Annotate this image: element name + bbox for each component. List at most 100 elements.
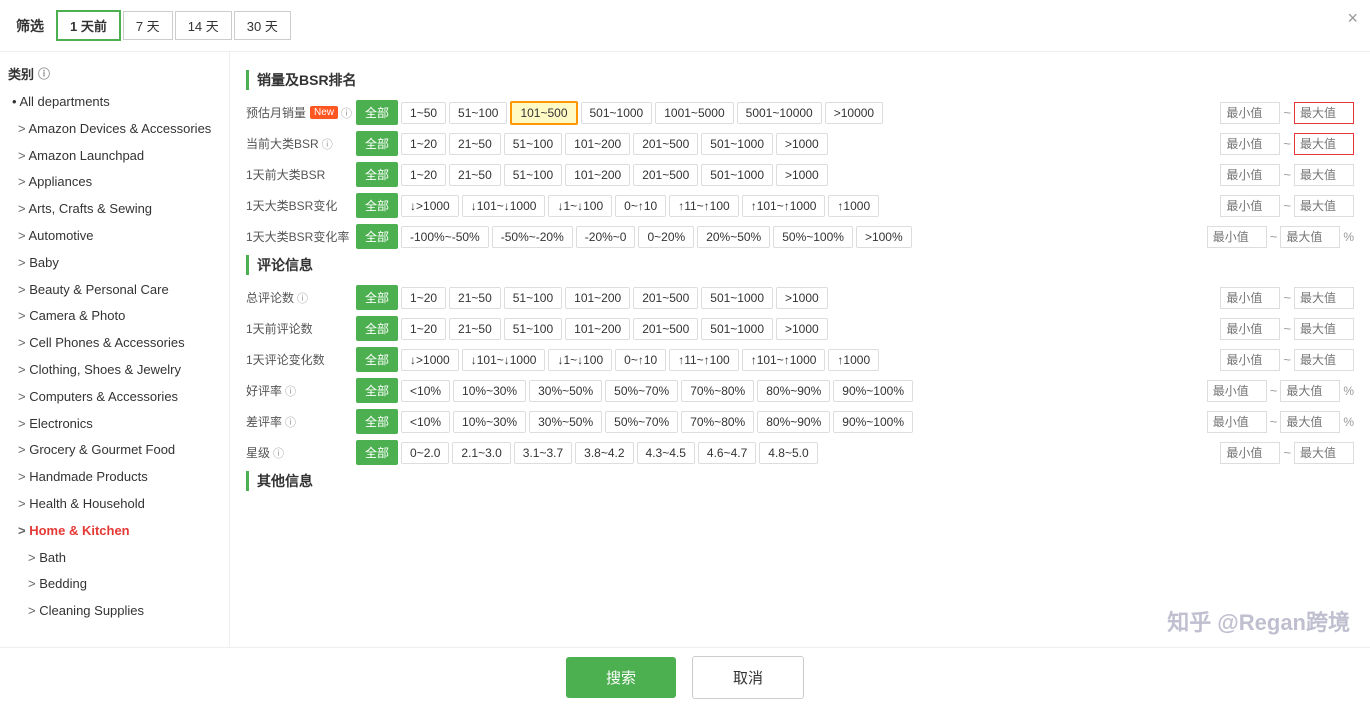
bsr-1day-opt-gt1000[interactable]: >1000	[776, 164, 828, 186]
bsr-change-max[interactable]	[1294, 195, 1354, 217]
current-bsr-opt-all[interactable]: 全部	[356, 131, 398, 156]
monthly-sales-opt-gt10000[interactable]: >10000	[825, 102, 883, 124]
bsr-rate-opt-4[interactable]: 0~20%	[638, 226, 694, 248]
cancel-button[interactable]: 取消	[692, 656, 804, 699]
total-reviews-max[interactable]	[1294, 287, 1354, 309]
current-bsr-opt-51-100[interactable]: 51~100	[504, 133, 562, 155]
review-change-opt-2[interactable]: ↓101~↓1000	[462, 349, 546, 371]
current-bsr-opt-gt1000[interactable]: >1000	[776, 133, 828, 155]
sidebar-item-baby[interactable]: Baby	[8, 250, 221, 277]
review-change-opt-6[interactable]: ↑101~↑1000	[742, 349, 826, 371]
bsr-change-opt-4[interactable]: 0~↑10	[615, 195, 666, 217]
time-btn-1day[interactable]: 1 天前	[56, 10, 121, 41]
sidebar-item-clothing[interactable]: Clothing, Shoes & Jewelry	[8, 357, 221, 384]
bsr-rate-opt-2[interactable]: -50%~-20%	[492, 226, 573, 248]
bsr-rate-opt-5[interactable]: 20%~50%	[697, 226, 770, 248]
rating-opt-3[interactable]: 3.1~3.7	[514, 442, 572, 464]
bsr-change-opt-5[interactable]: ↑11~↑100	[669, 195, 739, 217]
positive-rate-opt-all[interactable]: 全部	[356, 378, 398, 403]
bsr-change-opt-6[interactable]: ↑101~↑1000	[742, 195, 826, 217]
sidebar-item-health[interactable]: Health & Household	[8, 491, 221, 518]
rating-min[interactable]	[1220, 442, 1280, 464]
bsr-rate-opt-1[interactable]: -100%~-50%	[401, 226, 489, 248]
negative-rate-min[interactable]	[1207, 411, 1267, 433]
monthly-sales-opt-5001-10000[interactable]: 5001~10000	[737, 102, 822, 124]
total-reviews-opt-201-500[interactable]: 201~500	[633, 287, 698, 309]
total-reviews-opt-501-1000[interactable]: 501~1000	[701, 287, 773, 309]
negative-rate-opt-2[interactable]: 10%~30%	[453, 411, 526, 433]
positive-rate-opt-5[interactable]: 70%~80%	[681, 380, 754, 402]
bsr-1day-opt-1-20[interactable]: 1~20	[401, 164, 446, 186]
rating-opt-2[interactable]: 2.1~3.0	[452, 442, 510, 464]
current-bsr-max[interactable]	[1294, 133, 1354, 155]
sidebar-item-cleaning[interactable]: Cleaning Supplies	[8, 598, 221, 625]
monthly-sales-opt-501-1000[interactable]: 501~1000	[581, 102, 653, 124]
sidebar-item-home-kitchen[interactable]: Home & Kitchen	[8, 518, 221, 545]
total-reviews-opt-all[interactable]: 全部	[356, 285, 398, 310]
bsr-rate-opt-6[interactable]: 50%~100%	[773, 226, 853, 248]
review-change-opt-all[interactable]: 全部	[356, 347, 398, 372]
search-button[interactable]: 搜索	[566, 657, 676, 698]
rating-opt-all[interactable]: 全部	[356, 440, 398, 465]
bsr-1day-opt-201-500[interactable]: 201~500	[633, 164, 698, 186]
sidebar-item-computers[interactable]: Computers & Accessories	[8, 384, 221, 411]
bsr-change-opt-2[interactable]: ↓101~↓1000	[462, 195, 546, 217]
positive-rate-opt-4[interactable]: 50%~70%	[605, 380, 678, 402]
bsr-rate-max[interactable]	[1280, 226, 1340, 248]
bsr-change-opt-3[interactable]: ↓1~↓100	[548, 195, 612, 217]
time-btn-30day[interactable]: 30 天	[234, 11, 291, 40]
current-bsr-opt-201-500[interactable]: 201~500	[633, 133, 698, 155]
review-change-min[interactable]	[1220, 349, 1280, 371]
review-change-opt-4[interactable]: 0~↑10	[615, 349, 666, 371]
sidebar-item-beauty[interactable]: Beauty & Personal Care	[8, 277, 221, 304]
bsr-1day-opt-all[interactable]: 全部	[356, 162, 398, 187]
rating-max[interactable]	[1294, 442, 1354, 464]
bsr-change-opt-all[interactable]: 全部	[356, 193, 398, 218]
sidebar-item-grocery[interactable]: Grocery & Gourmet Food	[8, 437, 221, 464]
sidebar-item-amazon-launchpad[interactable]: Amazon Launchpad	[8, 143, 221, 170]
total-reviews-opt-21-50[interactable]: 21~50	[449, 287, 501, 309]
reviews-1day-opt-21-50[interactable]: 21~50	[449, 318, 501, 340]
sidebar-item-amazon-devices[interactable]: Amazon Devices & Accessories	[8, 116, 221, 143]
negative-rate-opt-1[interactable]: <10%	[401, 411, 450, 433]
reviews-1day-opt-all[interactable]: 全部	[356, 316, 398, 341]
negative-rate-opt-4[interactable]: 50%~70%	[605, 411, 678, 433]
review-change-max[interactable]	[1294, 349, 1354, 371]
close-button[interactable]: ×	[1347, 8, 1358, 29]
rating-opt-5[interactable]: 4.3~4.5	[637, 442, 695, 464]
reviews-1day-min[interactable]	[1220, 318, 1280, 340]
bsr-rate-opt-all[interactable]: 全部	[356, 224, 398, 249]
review-change-opt-5[interactable]: ↑11~↑100	[669, 349, 739, 371]
sidebar-item-cell-phones[interactable]: Cell Phones & Accessories	[8, 330, 221, 357]
current-bsr-opt-101-200[interactable]: 101~200	[565, 133, 630, 155]
sidebar-item-all[interactable]: • All departments	[8, 89, 221, 116]
negative-rate-opt-5[interactable]: 70%~80%	[681, 411, 754, 433]
sidebar-item-electronics[interactable]: Electronics	[8, 411, 221, 438]
bsr-rate-opt-3[interactable]: -20%~0	[576, 226, 636, 248]
monthly-sales-opt-101-500[interactable]: 101~500	[510, 101, 577, 125]
monthly-sales-opt-1-50[interactable]: 1~50	[401, 102, 446, 124]
bsr-1day-opt-101-200[interactable]: 101~200	[565, 164, 630, 186]
bsr-change-opt-7[interactable]: ↑1000	[828, 195, 879, 217]
positive-rate-max[interactable]	[1280, 380, 1340, 402]
negative-rate-opt-3[interactable]: 30%~50%	[529, 411, 602, 433]
rating-opt-1[interactable]: 0~2.0	[401, 442, 449, 464]
total-reviews-opt-101-200[interactable]: 101~200	[565, 287, 630, 309]
bsr-rate-opt-7[interactable]: >100%	[856, 226, 912, 248]
positive-rate-min[interactable]	[1207, 380, 1267, 402]
sidebar-item-arts[interactable]: Arts, Crafts & Sewing	[8, 196, 221, 223]
sidebar-item-handmade[interactable]: Handmade Products	[8, 464, 221, 491]
monthly-sales-opt-1001-5000[interactable]: 1001~5000	[655, 102, 733, 124]
monthly-sales-max[interactable]	[1294, 102, 1354, 124]
bsr-change-min[interactable]	[1220, 195, 1280, 217]
positive-rate-opt-3[interactable]: 30%~50%	[529, 380, 602, 402]
sidebar-item-appliances[interactable]: Appliances	[8, 169, 221, 196]
positive-rate-opt-6[interactable]: 80%~90%	[757, 380, 830, 402]
reviews-1day-opt-1-20[interactable]: 1~20	[401, 318, 446, 340]
time-btn-7day[interactable]: 7 天	[123, 11, 173, 40]
rating-opt-6[interactable]: 4.6~4.7	[698, 442, 756, 464]
reviews-1day-opt-101-200[interactable]: 101~200	[565, 318, 630, 340]
bsr-change-opt-1[interactable]: ↓>1000	[401, 195, 459, 217]
time-btn-14day[interactable]: 14 天	[175, 11, 232, 40]
total-reviews-opt-1-20[interactable]: 1~20	[401, 287, 446, 309]
